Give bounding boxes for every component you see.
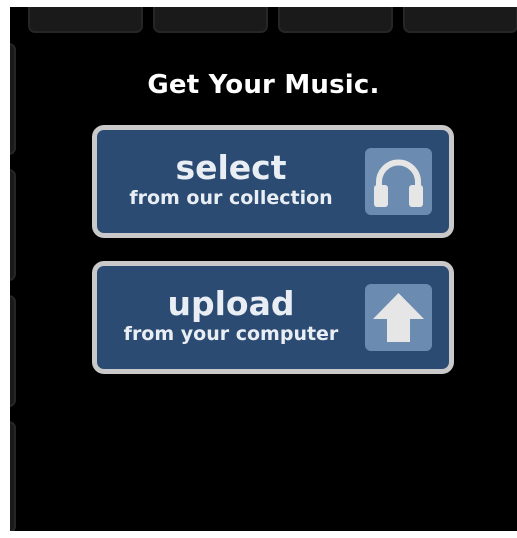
- background-tile: [10, 295, 16, 407]
- upload-button-text: upload from your computer: [97, 266, 365, 369]
- upload-arrow-icon: [365, 284, 432, 351]
- upload-button-sublabel: from your computer: [123, 323, 339, 345]
- headphones-icon: [365, 148, 432, 215]
- background-tile: [28, 7, 143, 33]
- background-tile: [153, 7, 268, 33]
- upload-button-label: upload: [167, 284, 295, 323]
- page-title: Get Your Music.: [147, 70, 380, 100]
- headphones-icon-graphic: [374, 159, 423, 207]
- background-tile: [10, 169, 16, 281]
- background-tile: [10, 421, 16, 531]
- select-button-text: select from our collection: [97, 130, 365, 233]
- upload-arrow-icon-graphic: [373, 293, 424, 342]
- select-from-collection-button[interactable]: select from our collection: [92, 125, 454, 238]
- background-tile: [403, 7, 517, 33]
- select-button-label: select: [175, 148, 287, 187]
- music-panel: Get Your Music. select from our collecti…: [10, 7, 517, 531]
- select-button-sublabel: from our collection: [129, 187, 333, 209]
- background-tile: [278, 7, 393, 33]
- upload-from-computer-button[interactable]: upload from your computer: [92, 261, 454, 374]
